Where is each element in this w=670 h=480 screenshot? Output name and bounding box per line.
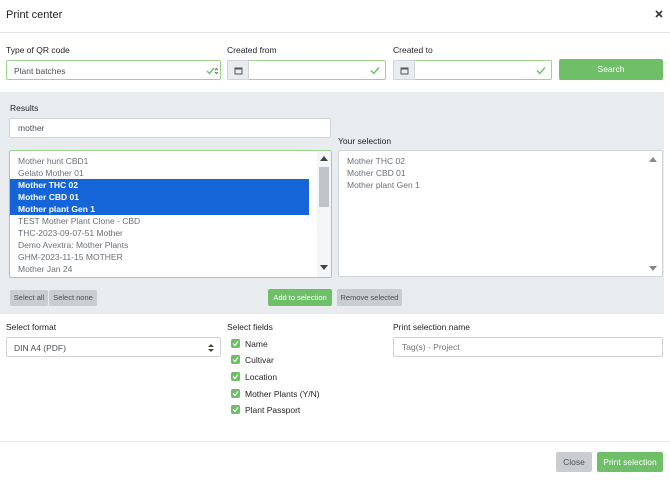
close-button[interactable]: Close	[556, 452, 592, 472]
scroll-up-icon[interactable]	[320, 155, 328, 161]
fields-label: Select fields	[227, 322, 273, 332]
footer-divider	[0, 441, 670, 442]
checkbox-checked-icon[interactable]	[231, 372, 240, 381]
list-item[interactable]: Mother Jan 24	[10, 263, 309, 275]
results-scrollbar[interactable]	[317, 151, 331, 277]
select-none-button[interactable]: Select none	[49, 290, 97, 306]
checkbox-checked-icon[interactable]	[231, 339, 240, 348]
list-item-selected[interactable]: Mother plant Gen 1	[10, 203, 309, 215]
format-label: Select format	[6, 322, 57, 332]
list-item[interactable]: Mother hunt CBD1	[10, 155, 309, 167]
results-listbox[interactable]: Mother hunt CBD1 Gelato Mother 01 Mother…	[9, 150, 332, 278]
add-to-selection-button[interactable]: Add to selection	[268, 289, 332, 306]
header-divider	[0, 32, 670, 33]
checkbox-checked-icon[interactable]	[231, 405, 240, 414]
created-from-label: Created from	[227, 45, 277, 55]
selection-list: Mother THC 02 Mother CBD 01 Mother plant…	[339, 151, 662, 191]
scroll-up-icon[interactable]	[649, 156, 657, 162]
list-item-selected[interactable]: Mother CBD 01	[10, 191, 309, 203]
field-label: Plant Passport	[245, 405, 301, 415]
chevron-updown-icon	[208, 344, 214, 352]
list-item[interactable]: Demo Avextra: Mother Plants	[10, 239, 309, 251]
selection-item[interactable]: Mother plant Gen 1	[339, 179, 662, 191]
close-icon[interactable]	[652, 7, 666, 21]
field-label: Mother Plants (Y/N)	[245, 389, 320, 399]
format-select[interactable]: DIN A4 (PDF)	[6, 337, 221, 357]
selection-item[interactable]: Mother THC 02	[339, 155, 662, 167]
check-icon	[536, 67, 546, 75]
list-item[interactable]: THC-2023-09-07-51 Mother	[10, 227, 309, 239]
remove-selected-button[interactable]: Remove selected	[337, 289, 402, 306]
checkbox-checked-icon[interactable]	[231, 355, 240, 364]
scroll-down-icon[interactable]	[320, 265, 328, 271]
results-label: Results	[10, 103, 39, 113]
qr-type-label: Type of QR code	[6, 45, 70, 55]
list-item[interactable]: Gelato Mother 01	[10, 167, 309, 179]
results-list: Mother hunt CBD1 Gelato Mother 01 Mother…	[10, 151, 331, 275]
scrollbar-thumb[interactable]	[319, 167, 329, 207]
field-label: Name	[245, 339, 268, 349]
selection-listbox[interactable]: Mother THC 02 Mother CBD 01 Mother plant…	[338, 150, 663, 277]
qr-type-value: Plant batches	[14, 66, 66, 76]
print-selection-button[interactable]: Print selection	[597, 452, 663, 472]
created-from-calendar-button[interactable]	[227, 60, 249, 80]
created-to-calendar-button[interactable]	[393, 60, 415, 80]
created-to-label: Created to	[393, 45, 433, 55]
list-item-selected[interactable]: Mother THC 02	[10, 179, 309, 191]
qr-type-select[interactable]: Plant batches	[6, 60, 221, 80]
calendar-icon	[234, 67, 243, 75]
print-name-input[interactable]	[393, 337, 663, 357]
list-item[interactable]: TEST Mother Plant Clone - CBD	[10, 215, 309, 227]
calendar-icon	[400, 67, 409, 75]
field-label: Location	[245, 372, 278, 382]
format-value: DIN A4 (PDF)	[14, 343, 66, 353]
selection-item[interactable]: Mother CBD 01	[339, 167, 662, 179]
print-name-label: Print selection name	[393, 322, 471, 332]
created-to-input[interactable]	[415, 60, 552, 80]
valid-check-icon	[206, 67, 218, 75]
field-label: Cultivar	[245, 355, 274, 365]
search-button[interactable]: Search	[559, 59, 663, 80]
check-icon	[370, 67, 380, 75]
checkbox-checked-icon[interactable]	[231, 389, 240, 398]
results-search-input[interactable]	[9, 118, 331, 138]
scroll-down-icon[interactable]	[649, 266, 657, 272]
select-all-button[interactable]: Select all	[10, 290, 48, 306]
list-item[interactable]: GHM-2023-11-15 MOTHER	[10, 251, 309, 263]
your-selection-label: Your selection	[338, 136, 392, 146]
created-from-input[interactable]	[249, 60, 386, 80]
modal-title: Print center	[6, 9, 63, 21]
